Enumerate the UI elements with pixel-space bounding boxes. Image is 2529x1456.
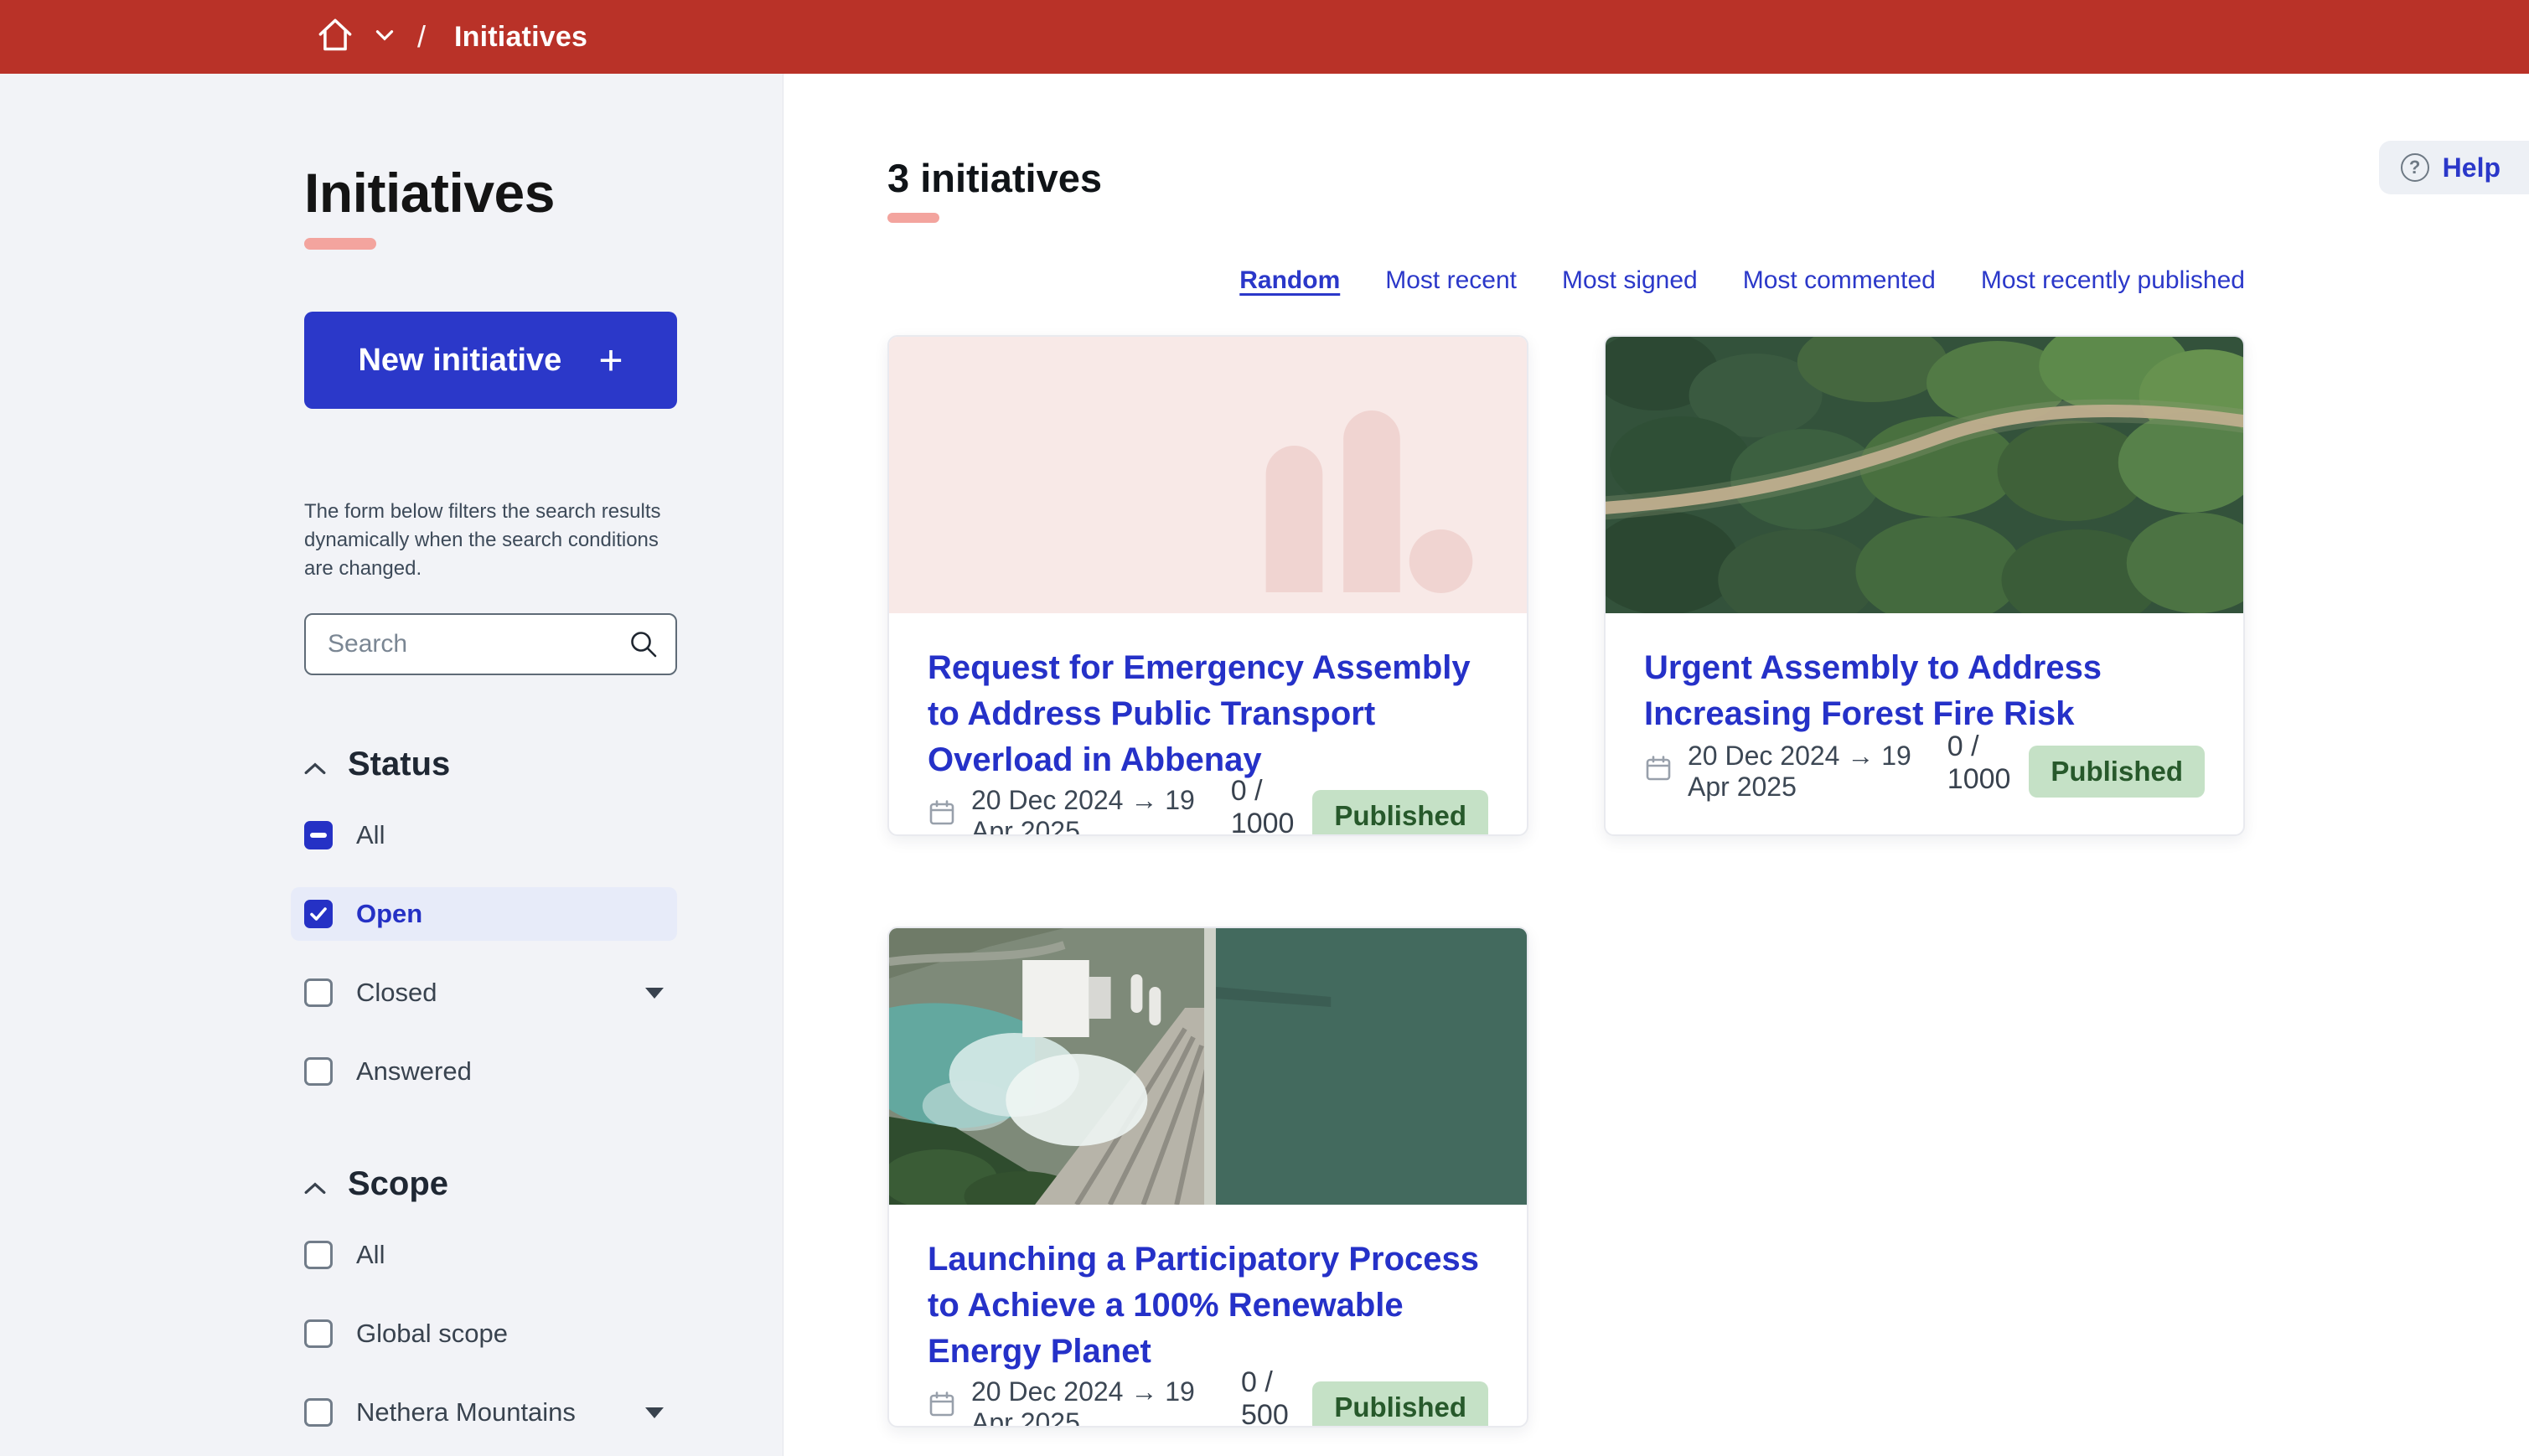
scope-section-label: Scope <box>348 1165 448 1203</box>
date-range-text: 20 Dec 2024 → 19 Apr 2025 <box>1688 741 1947 803</box>
filter-option-label: All <box>356 820 385 850</box>
title-accent-bar <box>304 238 376 250</box>
filter-option-label: Open <box>356 899 422 929</box>
chevron-up-icon <box>304 1165 326 1203</box>
checkbox-checked[interactable] <box>304 900 333 928</box>
checkbox-unchecked[interactable] <box>304 1241 333 1269</box>
new-initiative-label: New initiative <box>358 343 561 379</box>
initiative-date-range: 20 Dec 2024 → 19 Apr 2025 <box>1644 741 1947 803</box>
filter-option-status-answered[interactable]: Answered <box>291 1045 677 1098</box>
card-image-forest-aerial <box>1606 337 2243 613</box>
calendar-icon <box>928 1390 956 1425</box>
filter-option-global-scope[interactable]: Global scope <box>291 1307 677 1360</box>
initiatives-results-panel: ? Help 3 initiatives Random Most recent … <box>784 74 2529 1456</box>
search-icon <box>628 629 659 663</box>
checkbox-unchecked[interactable] <box>304 1319 333 1348</box>
chevron-up-icon <box>304 746 326 783</box>
expand-caret-icon[interactable] <box>645 1407 664 1418</box>
card-image-chart-placeholder <box>889 337 1527 613</box>
filter-option-label: Nethera Mountains <box>356 1397 576 1428</box>
initiative-card[interactable]: Launching a Participatory Process to Ach… <box>887 927 1528 1428</box>
signature-count: 0 / 500 <box>1241 1366 1312 1428</box>
filter-option-label: Closed <box>356 978 437 1008</box>
new-initiative-button[interactable]: New initiative + <box>304 312 677 409</box>
card-image-dam-aerial <box>889 928 1527 1205</box>
initiative-title-link[interactable]: Launching a Participatory Process to Ach… <box>928 1237 1488 1375</box>
calendar-icon <box>1644 754 1673 789</box>
help-label: Help <box>2443 152 2501 183</box>
sort-most-recently-published[interactable]: Most recently published <box>1981 266 2245 295</box>
status-badge: Published <box>1312 1381 1488 1428</box>
search-input[interactable] <box>304 613 677 675</box>
filter-option-scope-all[interactable]: All <box>291 1228 677 1282</box>
status-badge: Published <box>2029 746 2205 798</box>
filter-description: The form below filters the search result… <box>304 498 723 583</box>
sort-random[interactable]: Random <box>1239 266 1340 295</box>
breadcrumb-current[interactable]: Initiatives <box>454 21 587 54</box>
filter-option-label: All <box>356 1240 385 1270</box>
filter-option-status-closed[interactable]: Closed <box>291 966 677 1020</box>
question-circle-icon: ? <box>2401 153 2429 182</box>
page-title: Initiatives <box>304 161 698 225</box>
expand-caret-icon[interactable] <box>645 988 664 999</box>
date-range-text: 20 Dec 2024 → 19 Apr 2025 <box>971 1376 1241 1428</box>
checkbox-unchecked[interactable] <box>304 978 333 1007</box>
status-badge: Published <box>1312 790 1488 836</box>
plus-icon: + <box>598 339 623 381</box>
calendar-icon <box>928 798 956 834</box>
home-link[interactable] <box>317 17 354 58</box>
filter-option-status-open[interactable]: Open <box>291 887 677 941</box>
breadcrumb-expander[interactable] <box>375 29 394 45</box>
initiative-card[interactable]: Urgent Assembly to Address Increasing Fo… <box>1604 335 2245 836</box>
initiative-title-link[interactable]: Request for Emergency Assembly to Addres… <box>928 645 1488 783</box>
status-section-label: Status <box>348 746 450 783</box>
initiative-title-link[interactable]: Urgent Assembly to Address Increasing Fo… <box>1644 645 2205 737</box>
date-range-text: 20 Dec 2024 → 19 Apr 2025 <box>971 785 1231 836</box>
home-icon <box>317 17 354 58</box>
filters-sidebar: Initiatives New initiative + The form be… <box>0 74 784 1456</box>
filter-option-label: Global scope <box>356 1319 508 1349</box>
chevron-down-icon <box>375 29 394 45</box>
checkbox-indeterminate[interactable] <box>304 821 333 849</box>
initiative-date-range: 20 Dec 2024 → 19 Apr 2025 <box>928 1376 1241 1428</box>
status-section-toggle[interactable]: Status <box>304 746 698 783</box>
results-count-title: 3 initiatives <box>887 155 2529 201</box>
sort-options: Random Most recent Most signed Most comm… <box>887 266 2245 295</box>
filter-option-status-all[interactable]: All <box>291 808 677 862</box>
checkbox-unchecked[interactable] <box>304 1398 333 1427</box>
signature-count: 0 / 1000 <box>1231 775 1313 836</box>
sort-most-commented[interactable]: Most commented <box>1743 266 1936 295</box>
help-button[interactable]: ? Help <box>2379 141 2529 194</box>
top-navigation-bar: / Initiatives <box>0 0 2529 74</box>
breadcrumb-separator: / <box>417 19 426 54</box>
checkbox-unchecked[interactable] <box>304 1057 333 1086</box>
scope-section-toggle[interactable]: Scope <box>304 1165 698 1203</box>
initiative-date-range: 20 Dec 2024 → 19 Apr 2025 <box>928 785 1231 836</box>
signature-count: 0 / 1000 <box>1947 731 2030 796</box>
initiatives-grid: Request for Emergency Assembly to Addres… <box>887 335 2529 1428</box>
filter-option-nethera-mountains[interactable]: Nethera Mountains <box>291 1386 677 1439</box>
sort-most-recent[interactable]: Most recent <box>1385 266 1517 295</box>
title-accent-bar <box>887 213 939 223</box>
sort-most-signed[interactable]: Most signed <box>1562 266 1698 295</box>
filter-option-label: Answered <box>356 1056 472 1087</box>
initiative-card[interactable]: Request for Emergency Assembly to Addres… <box>887 335 1528 836</box>
